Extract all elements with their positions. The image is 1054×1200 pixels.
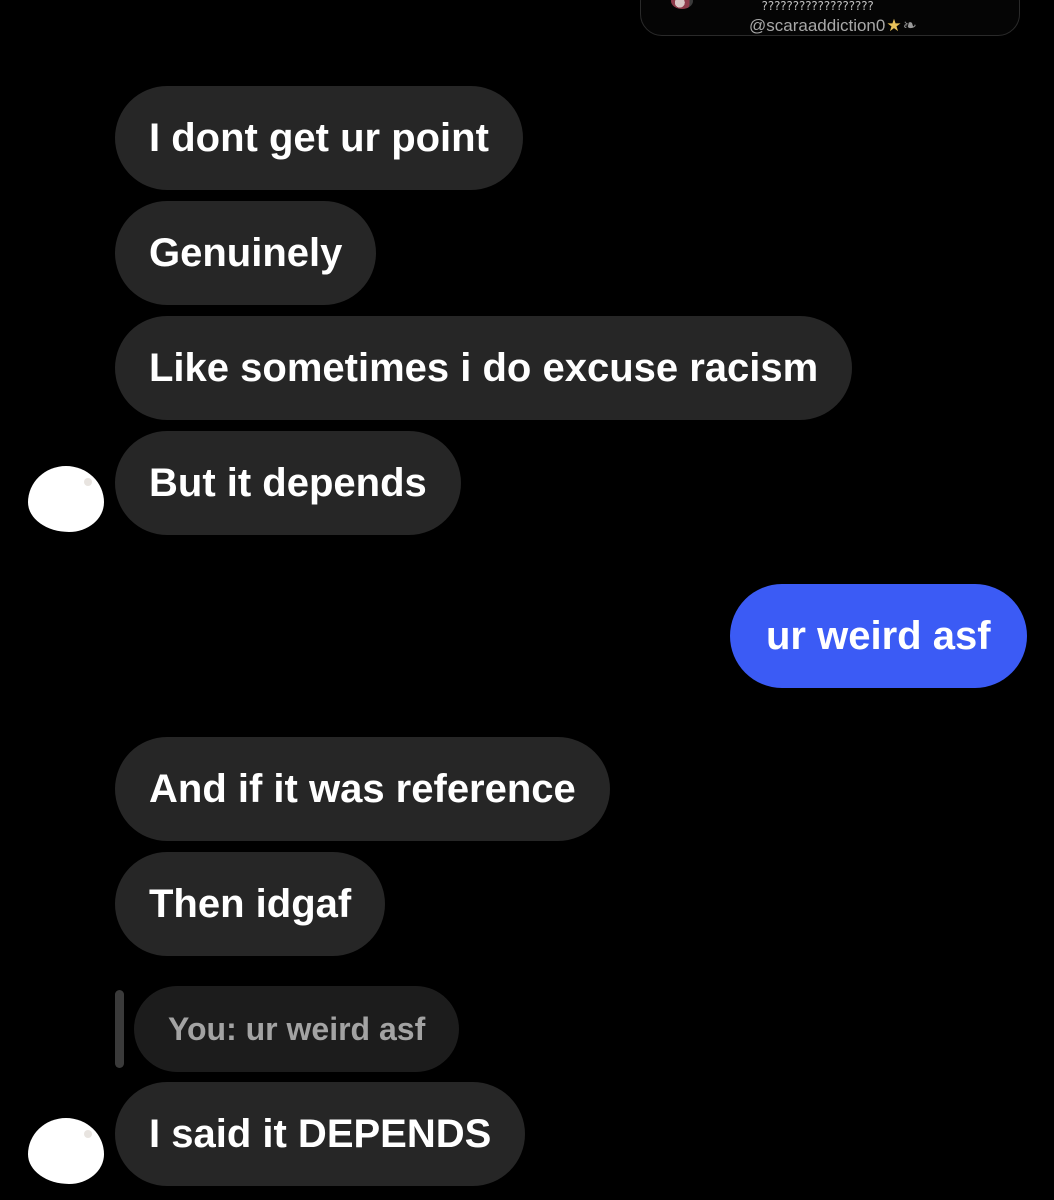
sent-message-bubble[interactable]: ur weird asf (730, 584, 1027, 688)
profile-name-obscured: ?????????????????? (761, 1, 874, 11)
profile-card[interactable]: ?????????????????? @scaraaddiction0★❧ (640, 0, 1020, 36)
message-bubble[interactable]: I dont get ur point (115, 86, 523, 190)
message-bubble[interactable]: Like sometimes i do excuse racism (115, 316, 853, 420)
message-bubble[interactable]: And if it was reference (115, 737, 610, 841)
profile-handle: @scaraaddiction0★❧ (749, 16, 917, 36)
message-bubble[interactable]: Then idgaf (115, 852, 386, 956)
sender-avatar[interactable] (28, 466, 104, 532)
leaf-icon: ❧ (902, 16, 917, 35)
reply-quote[interactable]: You: ur weird asf (134, 986, 460, 1072)
star-icon: ★ (886, 16, 902, 35)
message-bubble[interactable]: I said it DEPENDS (115, 1082, 526, 1186)
message-bubble[interactable]: Genuinely (115, 201, 377, 305)
profile-handle-text: @scaraaddiction0 (749, 16, 886, 35)
reply-indicator-bar (115, 990, 124, 1068)
message-bubble[interactable]: But it depends (115, 431, 461, 535)
profile-avatar[interactable] (671, 0, 693, 9)
sender-avatar[interactable] (28, 1118, 104, 1184)
